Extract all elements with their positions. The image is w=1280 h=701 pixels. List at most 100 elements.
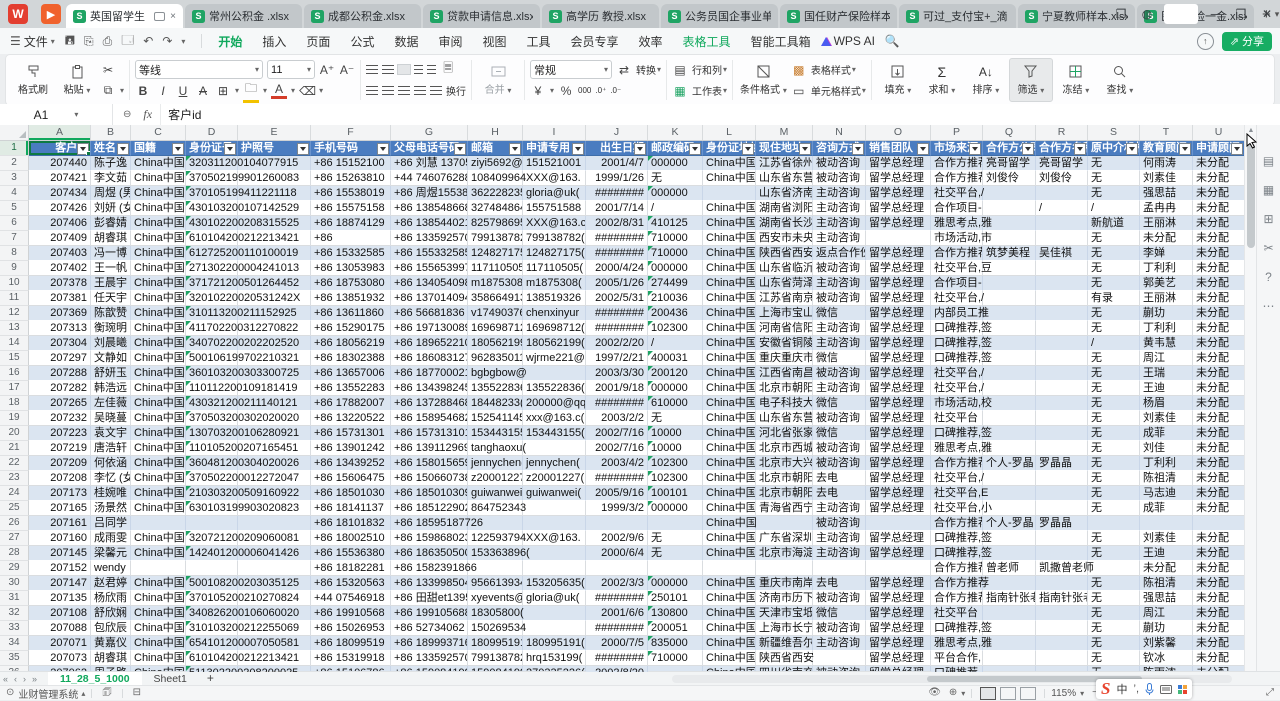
cell-B21[interactable]: 唐浩轩 (男) xyxy=(91,441,131,456)
cell-Q10[interactable] xyxy=(983,276,1036,291)
cell-B2[interactable]: 陈子逸 (男) xyxy=(91,156,131,171)
cell-O28[interactable]: 留学总经理 xyxy=(866,546,931,561)
cell-M4[interactable]: 山东省济南 xyxy=(756,186,813,201)
cell-T11[interactable]: 王丽淋 xyxy=(1140,291,1193,306)
cell-G3[interactable]: +44 7460762888 xyxy=(391,171,468,186)
menu-tab-表格工具[interactable]: 表格工具 xyxy=(673,31,741,52)
cell-B22[interactable]: 何依涵 (女) xyxy=(91,456,131,471)
cell-J36[interactable]: 2002/8/20 xyxy=(586,666,648,672)
cell-L34[interactable]: China中国 xyxy=(703,636,756,651)
cell-F27[interactable]: +86 18002510 xyxy=(311,531,391,546)
font-name-select[interactable]: 等线▾ xyxy=(135,60,263,79)
cell-S15[interactable]: 无 xyxy=(1088,351,1140,366)
cell-L2[interactable]: China中国 xyxy=(703,156,756,171)
filter-button[interactable] xyxy=(689,143,701,155)
cell-T4[interactable]: 强思喆 xyxy=(1140,186,1193,201)
convert-icon[interactable]: ⇄ xyxy=(616,63,632,77)
row-header-9[interactable]: 9 xyxy=(0,261,29,276)
cell-N31[interactable]: 被动咨询 xyxy=(813,591,866,606)
punctuation-toggle[interactable]: ’, xyxy=(1134,683,1140,695)
cell-I30[interactable]: 153205635( xyxy=(523,576,586,591)
cell-N11[interactable]: 被动咨询 xyxy=(813,291,866,306)
add-sheet-button[interactable]: + xyxy=(207,671,214,685)
cell-R11[interactable] xyxy=(1036,291,1088,306)
row-header-2[interactable]: 2 xyxy=(0,156,29,171)
cell-R6[interactable] xyxy=(1036,216,1088,231)
cell-C28[interactable]: China中国 xyxy=(131,546,186,561)
cell-T25[interactable]: 成菲 xyxy=(1140,501,1193,516)
cell-B33[interactable]: 包欣辰 (女) xyxy=(91,621,131,636)
redo-icon[interactable]: ↷ xyxy=(162,34,172,48)
cell-M6[interactable]: 湖南省长沙 xyxy=(756,216,813,231)
cell-B32[interactable]: 舒欣娴 (女) xyxy=(91,606,131,621)
cell-J19[interactable]: 2003/2/2 xyxy=(586,411,648,426)
cell-F35[interactable]: +86 15319918 xyxy=(311,651,391,666)
table-style-button[interactable]: 表格样式 ▾ xyxy=(811,62,856,77)
cell-O15[interactable]: 留学总经理 xyxy=(866,351,931,366)
cell-R26[interactable]: 罗晶晶 xyxy=(1036,516,1088,531)
cell-L5[interactable]: China中国 xyxy=(703,201,756,216)
freeze-panes-icon[interactable]: ⊞ xyxy=(1263,213,1273,225)
cell-M18[interactable]: 电子科技大 xyxy=(756,396,813,411)
row-header-30[interactable]: 30 xyxy=(0,576,29,591)
cell-O35[interactable]: 留学总经理 xyxy=(866,651,931,666)
cell-A7[interactable]: 207409 xyxy=(29,231,91,246)
col-header-N[interactable]: N xyxy=(813,125,866,140)
copy-icon[interactable]: ⧉ xyxy=(100,83,116,98)
cell-H14[interactable]: 180562199 xyxy=(468,336,523,351)
cell-N23[interactable]: 去电 xyxy=(813,471,866,486)
cell-B26[interactable]: 吕同学 xyxy=(91,516,131,531)
cell-C21[interactable]: China中国 xyxy=(131,441,186,456)
cell-O7[interactable] xyxy=(866,231,931,246)
menu-tab-会员专享[interactable]: 会员专享 xyxy=(561,31,629,52)
cell-A15[interactable]: 207297 xyxy=(29,351,91,366)
cell-S24[interactable]: 无 xyxy=(1088,486,1140,501)
doc-tab[interactable]: S英国留学生× xyxy=(66,4,183,28)
cell-P13[interactable]: 口碑推荐,签 xyxy=(931,321,983,336)
cell-T14[interactable]: 黄韦慧 xyxy=(1140,336,1193,351)
cell-I31[interactable]: gloria@uk( xyxy=(523,591,586,606)
cell-Q4[interactable] xyxy=(983,186,1036,201)
cell-D30[interactable]: 500108200203035125 xyxy=(186,576,238,591)
cell-J27[interactable]: 2002/9/6 xyxy=(586,531,648,546)
cell-M13[interactable]: 河南省信阳 xyxy=(756,321,813,336)
cell-N7[interactable]: 主动咨询 xyxy=(813,231,866,246)
cell-C9[interactable]: China中国 xyxy=(131,261,186,276)
cell-T12[interactable]: 蒯玏 xyxy=(1140,306,1193,321)
cell-F8[interactable]: +86 15332585 xyxy=(311,246,391,261)
cell-B3[interactable]: 李文茹 (女) xyxy=(91,171,131,186)
row-header-12[interactable]: 12 xyxy=(0,306,29,321)
cell-J8[interactable]: ######## xyxy=(586,246,648,261)
cell-E29[interactable] xyxy=(238,561,311,576)
doc-tab[interactable]: S公务员国企事业单 xyxy=(661,4,778,28)
doc-tab[interactable]: S可过_支付宝+_滴 xyxy=(899,4,1016,28)
cell-M31[interactable]: 济南市历下 xyxy=(756,591,813,606)
cell-L12[interactable]: China中国 xyxy=(703,306,756,321)
col-header-T[interactable]: T xyxy=(1140,125,1193,140)
cell-A25[interactable]: 207165 xyxy=(29,501,91,516)
cell-Q8[interactable]: 筑梦美程 xyxy=(983,246,1036,261)
menu-tab-开始[interactable]: 开始 xyxy=(208,31,252,52)
cell-K26[interactable] xyxy=(648,516,703,531)
cell-O17[interactable]: 留学总经理 xyxy=(866,381,931,396)
cell-F32[interactable]: +86 19910568 xyxy=(311,606,391,621)
cell-R33[interactable] xyxy=(1036,621,1088,636)
cell-I18[interactable]: 200000@qq xyxy=(523,396,586,411)
cell-G8[interactable]: +86 15533258500 xyxy=(391,246,468,261)
cell-K21[interactable]: 10000 xyxy=(648,441,703,456)
wrap-text-button[interactable]: 换行 xyxy=(446,83,466,98)
cell-A13[interactable]: 207313 xyxy=(29,321,91,336)
cell-O26[interactable] xyxy=(866,516,931,531)
cell-P36[interactable]: 口碑推荐, xyxy=(931,666,983,672)
cell-P27[interactable]: 口碑推荐,签 xyxy=(931,531,983,546)
filter-button[interactable] xyxy=(77,143,89,155)
filter-button[interactable] xyxy=(917,143,929,155)
cell-B18[interactable]: 左佳薇 (女) xyxy=(91,396,131,411)
cell-J4[interactable]: ######## xyxy=(586,186,648,201)
cell-R34[interactable] xyxy=(1036,636,1088,651)
cell-J33[interactable]: ######## xyxy=(586,621,648,636)
cell-A4[interactable]: 207434 xyxy=(29,186,91,201)
cell-Q2[interactable]: 亮哥留学 xyxy=(983,156,1036,171)
cell-C34[interactable]: China中国 xyxy=(131,636,186,651)
cell-F12[interactable]: +86 13611860 xyxy=(311,306,391,321)
